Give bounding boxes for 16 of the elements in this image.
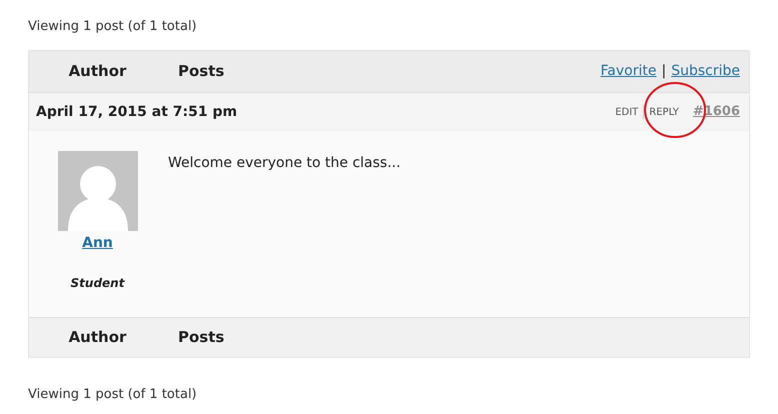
subscribe-link[interactable]: Subscribe (671, 61, 740, 82)
column-heading: Author (68, 61, 128, 82)
column-heading: Posts (178, 61, 224, 82)
author-role: Student (70, 275, 124, 292)
reply-link[interactable]: REPLY (649, 104, 679, 120)
pagination-count: Viewing 1 post (of 1 total) (28, 19, 197, 34)
pagination-count: Viewing 1 post (of 1 total) (28, 387, 197, 402)
favorite-link[interactable]: Favorite (600, 61, 656, 82)
edit-link[interactable]: EDIT (615, 104, 638, 120)
column-heading: Author (68, 327, 128, 348)
avatar-icon (58, 151, 138, 231)
author-name[interactable]: Ann (82, 233, 113, 254)
post-date: April 17, 2015 at 7:51 pm (36, 102, 238, 122)
post-content: Welcome everyone to the class... (168, 154, 401, 173)
link-separator: | (661, 62, 666, 81)
column-heading: Posts (178, 327, 224, 348)
